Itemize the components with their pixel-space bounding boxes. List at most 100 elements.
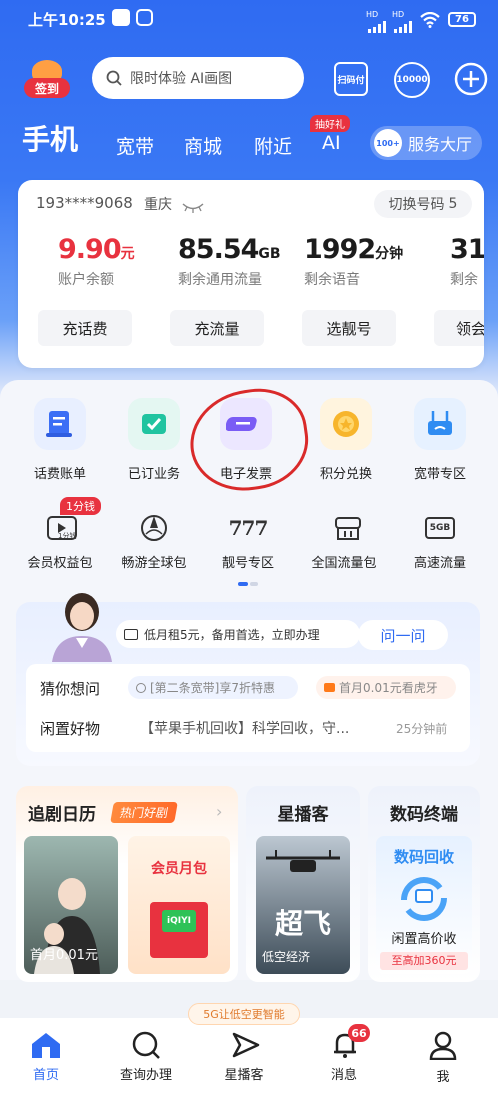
home-icon[interactable]	[30, 1030, 62, 1064]
signin-label: 签到	[24, 78, 70, 98]
subscribed-icon[interactable]	[128, 398, 180, 450]
guess-tag-2[interactable]: 首月0.01元看虎牙	[316, 676, 456, 699]
stat-data[interactable]: 85.54GB 剩余通用流量	[178, 234, 281, 289]
promo-banner[interactable]: 低月租5元，备用首选，立即办理	[116, 620, 360, 648]
network-icon[interactable]	[328, 510, 368, 546]
stat-extra[interactable]: 31 剩余	[450, 234, 484, 289]
hide-eye-icon[interactable]	[182, 198, 204, 217]
bill-label[interactable]: 话费账单	[12, 463, 108, 482]
stat-balance[interactable]: 9.90元 账户余额	[58, 234, 135, 289]
search-input[interactable]: 限时体验 AI画图	[92, 57, 304, 99]
star-poster[interactable]: 超飞 低空经济	[256, 836, 350, 974]
balance-value: 9.90	[58, 234, 122, 265]
stat-voice[interactable]: 1992分钟 剩余语音	[304, 234, 403, 289]
digital-card[interactable]: 数码终端 数码回收 闲置高价收 至高加360元	[368, 786, 480, 982]
add-icon[interactable]	[454, 62, 488, 100]
drama-card[interactable]: 追剧日历 热门好剧 › 首月0.01元 会员月包 iQIYI	[16, 786, 238, 982]
member-sub: 1分钱	[58, 532, 77, 540]
search-placeholder: 限时体验 AI画图	[130, 71, 233, 87]
query-icon[interactable]	[130, 1030, 162, 1064]
data-label: 剩余通用流量	[178, 272, 262, 288]
tab-phone[interactable]: 手机	[22, 118, 78, 158]
points-icon[interactable]	[320, 398, 372, 450]
points-label[interactable]: 积分兑换	[298, 463, 394, 482]
tab-nearby[interactable]: 附近	[254, 132, 292, 159]
digital-subtitle: 数码回收	[393, 848, 454, 866]
app-notification-icon	[112, 9, 130, 26]
globe-label[interactable]: 畅游全球包	[106, 552, 202, 571]
avatar	[42, 586, 122, 662]
iqiyi-logo: iQIYI	[162, 910, 196, 932]
drama-poster[interactable]: 首月0.01元	[24, 836, 118, 974]
nav-me-label[interactable]: 我	[403, 1066, 483, 1085]
extra-value: 31	[450, 234, 484, 265]
digital-promo: 至高加360元	[380, 952, 468, 970]
service-hall-button[interactable]: 100+ 服务大厅	[370, 126, 482, 160]
account-card: 193****9068 重庆 切换号码 5 9.90元 账户余额 85.54GB…	[18, 180, 484, 368]
idle-title: 闲置好物	[40, 720, 101, 738]
monthly-label: 会员月包	[151, 861, 207, 877]
signin-button[interactable]: 签到	[24, 60, 70, 98]
tab-mall[interactable]: 商城	[184, 132, 222, 159]
switch-number-button[interactable]: 切换号码 5	[374, 190, 472, 218]
broadband-icon[interactable]	[414, 398, 466, 450]
claim-button[interactable]: 领会	[434, 310, 484, 346]
assistant-card: 低月租5元，备用首选，立即办理 问一问 猜你想问 [第二条宽带]享7折特惠 首月…	[16, 593, 480, 766]
buy-data-button[interactable]: 充流量	[170, 310, 264, 346]
nav-star-label[interactable]: 星播客	[204, 1064, 284, 1083]
subscribed-label[interactable]: 已订业务	[106, 463, 202, 482]
chevron-right-icon[interactable]: ›	[216, 802, 222, 821]
globe-icon[interactable]	[134, 510, 174, 546]
drama-badge: 热门好剧	[110, 802, 178, 823]
bill-icon[interactable]	[34, 398, 86, 450]
balance-label: 账户余额	[58, 272, 114, 288]
5gb-icon[interactable]: 5GB	[420, 510, 460, 546]
play-icon[interactable]	[228, 1030, 262, 1064]
recycle-icon	[396, 876, 452, 926]
invoice-label[interactable]: 电子发票	[198, 463, 294, 482]
member-label[interactable]: 会员权益包	[12, 552, 108, 571]
number-label[interactable]: 靓号专区	[200, 552, 296, 571]
balance-unit: 元	[120, 246, 135, 262]
digital-desc: 闲置高价收	[391, 932, 457, 947]
5gb-glyph: 5GB	[424, 517, 456, 539]
tab-ai[interactable]: AI	[322, 132, 341, 154]
choose-number-button[interactable]: 选靓号	[302, 310, 396, 346]
idle-text[interactable]: 【苹果手机回收】科学回收，守...	[140, 718, 376, 738]
promo-text: 低月租5元，备用首选，立即办理	[144, 627, 320, 642]
number-icon[interactable]: 777	[228, 510, 269, 546]
service-hall-badge: 100+	[374, 129, 402, 157]
extra-label: 剩余	[450, 272, 478, 288]
idle-time: 25分钟前	[396, 722, 448, 736]
battery-icon: 76	[448, 12, 476, 27]
nav-query-label[interactable]: 查询办理	[106, 1064, 186, 1083]
digital-title: 数码终端	[390, 805, 458, 825]
star-sub: 低空经济	[262, 950, 311, 964]
signal-2-icon	[394, 18, 414, 33]
guess-tag-1-text: [第二条宽带]享7折特惠	[150, 681, 275, 695]
guess-tag-1[interactable]: [第二条宽带]享7折特惠	[128, 676, 298, 699]
monthly-package[interactable]: 会员月包 iQIYI	[128, 836, 230, 974]
5gb-label[interactable]: 高速流量	[392, 552, 488, 571]
scan-pay-button[interactable]: 扫码付	[334, 62, 368, 96]
tab-broadband[interactable]: 宽带	[116, 132, 154, 159]
user-icon[interactable]	[428, 1030, 458, 1064]
ask-button[interactable]: 问一问	[358, 620, 448, 650]
scan-pay-label: 扫码付	[337, 75, 365, 86]
star-card[interactable]: 星播客 超飞 低空经济	[246, 786, 360, 982]
switch-number-label: 切换号码	[388, 197, 445, 213]
promo-icon	[124, 628, 138, 640]
network-label[interactable]: 全国流量包	[296, 552, 392, 571]
nav-message-label[interactable]: 消息	[304, 1064, 384, 1083]
slogan-badge: 5G让低空更智能	[188, 1003, 300, 1025]
recharge-button[interactable]: 充话费	[38, 310, 132, 346]
digital-poster[interactable]: 数码回收 闲置高价收 至高加360元	[376, 836, 472, 974]
voice-label: 剩余语音	[304, 272, 360, 288]
ai-badge: 抽好礼	[310, 115, 350, 132]
nav-home-label[interactable]: 首页	[6, 1064, 86, 1083]
guess-title: 猜你想问	[40, 680, 101, 698]
star-title: 星播客	[277, 805, 329, 825]
guess-tag-2-text: 首月0.01元看虎牙	[339, 681, 438, 695]
broadband-label[interactable]: 宽带专区	[392, 463, 488, 482]
hotline-button[interactable]: 10000	[394, 62, 430, 98]
